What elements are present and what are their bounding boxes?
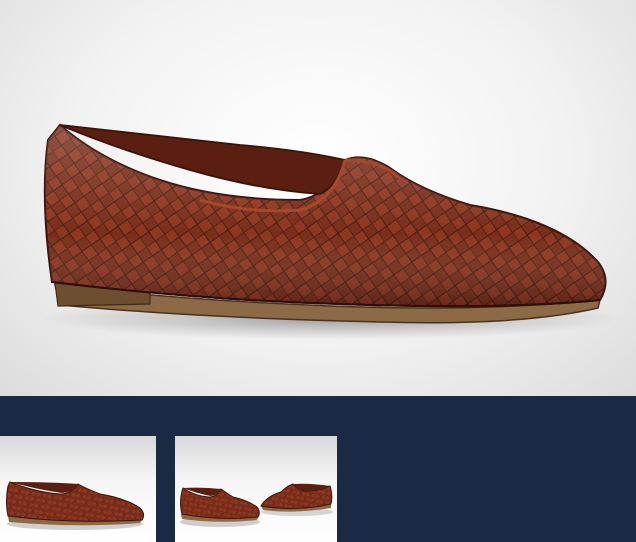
loafer-main-icon: [40, 123, 620, 340]
loafer-thumbnail-icon: [6, 481, 145, 530]
main-product-image[interactable]: [0, 0, 636, 396]
loafer-pair-thumbnail-icon: [180, 483, 333, 527]
thumbnail-2[interactable]: [175, 436, 337, 542]
thumbnail-1[interactable]: [0, 436, 156, 542]
product-gallery: [0, 0, 636, 542]
thumbnail-strip: [0, 396, 636, 542]
